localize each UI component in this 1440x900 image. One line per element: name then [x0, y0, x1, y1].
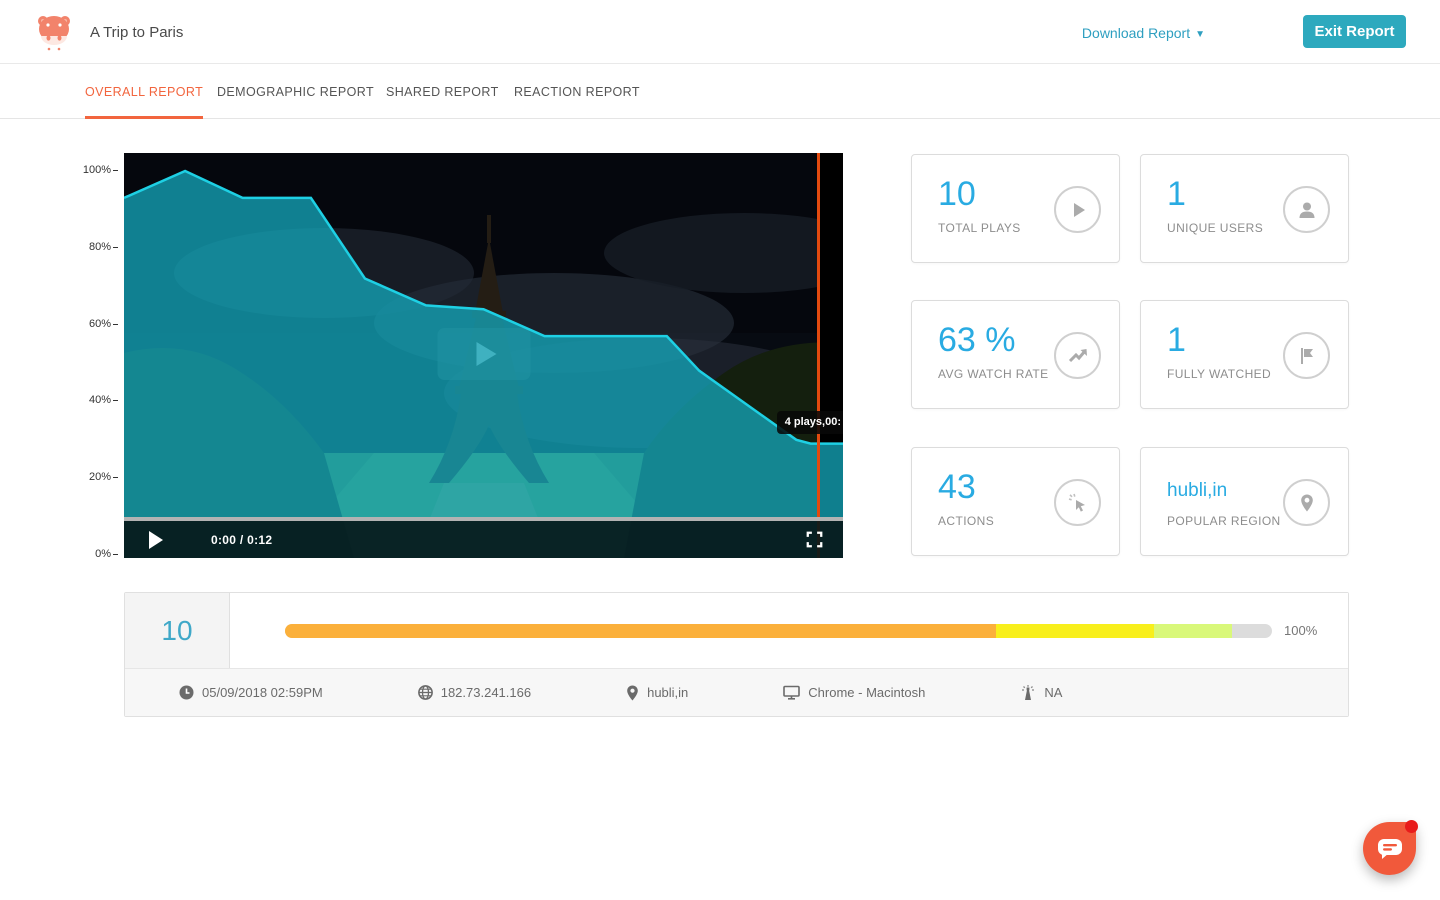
watch-progress-segment: [996, 624, 1154, 638]
cursor-click-icon: [1054, 479, 1101, 526]
tab-demographic-report[interactable]: DEMOGRAPHIC REPORT: [217, 65, 374, 119]
chat-launcher-button[interactable]: [1363, 822, 1416, 875]
yaxis-tick-100: 100%: [72, 164, 118, 176]
watch-percent-label: 100%: [1284, 623, 1326, 638]
map-pin-icon: [626, 685, 639, 701]
stat-card-total-plays: 10 TOTAL PLAYS: [911, 154, 1120, 263]
time-display: 0:00 / 0:12: [211, 533, 272, 547]
yaxis-tick-0: 0%: [72, 548, 118, 560]
yaxis-tick-80: 80%: [72, 241, 118, 253]
page-title: A Trip to Paris: [90, 24, 183, 41]
detail-browser-os: Chrome - Macintosh: [783, 685, 925, 700]
detail-network: NA: [1020, 685, 1062, 701]
detail-location: hubli,in: [626, 685, 688, 701]
stat-label: POPULAR REGION: [1167, 514, 1281, 528]
monitor-icon: [783, 685, 800, 700]
flag-icon: [1283, 332, 1330, 379]
stat-value: 10: [938, 175, 976, 214]
stat-card-actions: 43 ACTIONS: [911, 447, 1120, 556]
yaxis-tick-60: 60%: [72, 318, 118, 330]
top-header: A Trip to Paris Download Report▼ Exit Re…: [0, 0, 1440, 64]
stat-card-popular-region: hubli,in POPULAR REGION: [1140, 447, 1349, 556]
trend-up-icon: [1054, 332, 1101, 379]
stat-value: 1: [1167, 175, 1186, 214]
viewer-engagement-table: 10 100% 05/09/2018 02:59PM 182.73.241.16…: [124, 592, 1349, 717]
tab-reaction-report[interactable]: REACTION REPORT: [514, 65, 640, 119]
detail-timestamp: 05/09/2018 02:59PM: [179, 685, 323, 700]
play-count-cell: 10: [125, 593, 230, 668]
fullscreen-button[interactable]: [804, 529, 825, 550]
globe-icon: [418, 685, 433, 700]
tab-overall-report[interactable]: OVERALL REPORT: [85, 65, 203, 119]
chat-bubble-icon: [1377, 838, 1403, 860]
stat-label: FULLY WATCHED: [1167, 367, 1271, 381]
retention-area-chart: [124, 153, 843, 558]
video-controls-bar: 0:00 / 0:12: [124, 521, 843, 558]
watch-progress-cell: 100%: [230, 593, 1348, 668]
stat-value: 43: [938, 468, 976, 507]
yaxis-tick-20: 20%: [72, 471, 118, 483]
yaxis-tick-40: 40%: [72, 394, 118, 406]
stat-card-fully-watched: 1 FULLY WATCHED: [1140, 300, 1349, 409]
stat-label: ACTIONS: [938, 514, 994, 528]
viewer-details-row: 05/09/2018 02:59PM 182.73.241.166 hubli,…: [125, 668, 1348, 716]
play-button[interactable]: [149, 531, 163, 549]
engagement-row[interactable]: 10 100%: [125, 593, 1348, 668]
beacon-icon: [1020, 685, 1036, 701]
stat-label: UNIQUE USERS: [1167, 221, 1263, 235]
stat-card-unique-users: 1 UNIQUE USERS: [1140, 154, 1349, 263]
stat-value: 63 %: [938, 321, 1016, 360]
stat-value: hubli,in: [1167, 480, 1227, 502]
stat-card-avg-watch-rate: 63 % AVG WATCH RATE: [911, 300, 1120, 409]
watch-progress-segment: [1154, 624, 1233, 638]
stat-label: AVG WATCH RATE: [938, 367, 1049, 381]
exit-report-button[interactable]: Exit Report: [1303, 15, 1406, 48]
detail-ip-address: 182.73.241.166: [418, 685, 531, 700]
playhead-marker[interactable]: [817, 153, 820, 558]
stat-value: 1: [1167, 321, 1186, 360]
hippo-logo-icon: [36, 12, 72, 52]
download-report-link[interactable]: Download Report▼: [1082, 25, 1205, 41]
chevron-down-icon: ▼: [1195, 29, 1205, 40]
video-player[interactable]: 4 plays,00: 0:00 / 0:12: [124, 153, 843, 558]
map-pin-icon: [1283, 479, 1330, 526]
play-icon: [1054, 186, 1101, 233]
tab-shared-report[interactable]: SHARED REPORT: [386, 65, 499, 119]
user-icon: [1283, 186, 1330, 233]
clock-icon: [179, 685, 194, 700]
stat-label: TOTAL PLAYS: [938, 221, 1021, 235]
play-count: 10: [161, 615, 192, 647]
watch-progress-segment: [285, 624, 996, 638]
watch-progress-bar: [285, 624, 1272, 638]
chart-tooltip: 4 plays,00:: [777, 411, 843, 434]
report-tabbar: OVERALL REPORT DEMOGRAPHIC REPORT SHARED…: [0, 65, 1440, 119]
notification-badge: [1405, 820, 1418, 833]
